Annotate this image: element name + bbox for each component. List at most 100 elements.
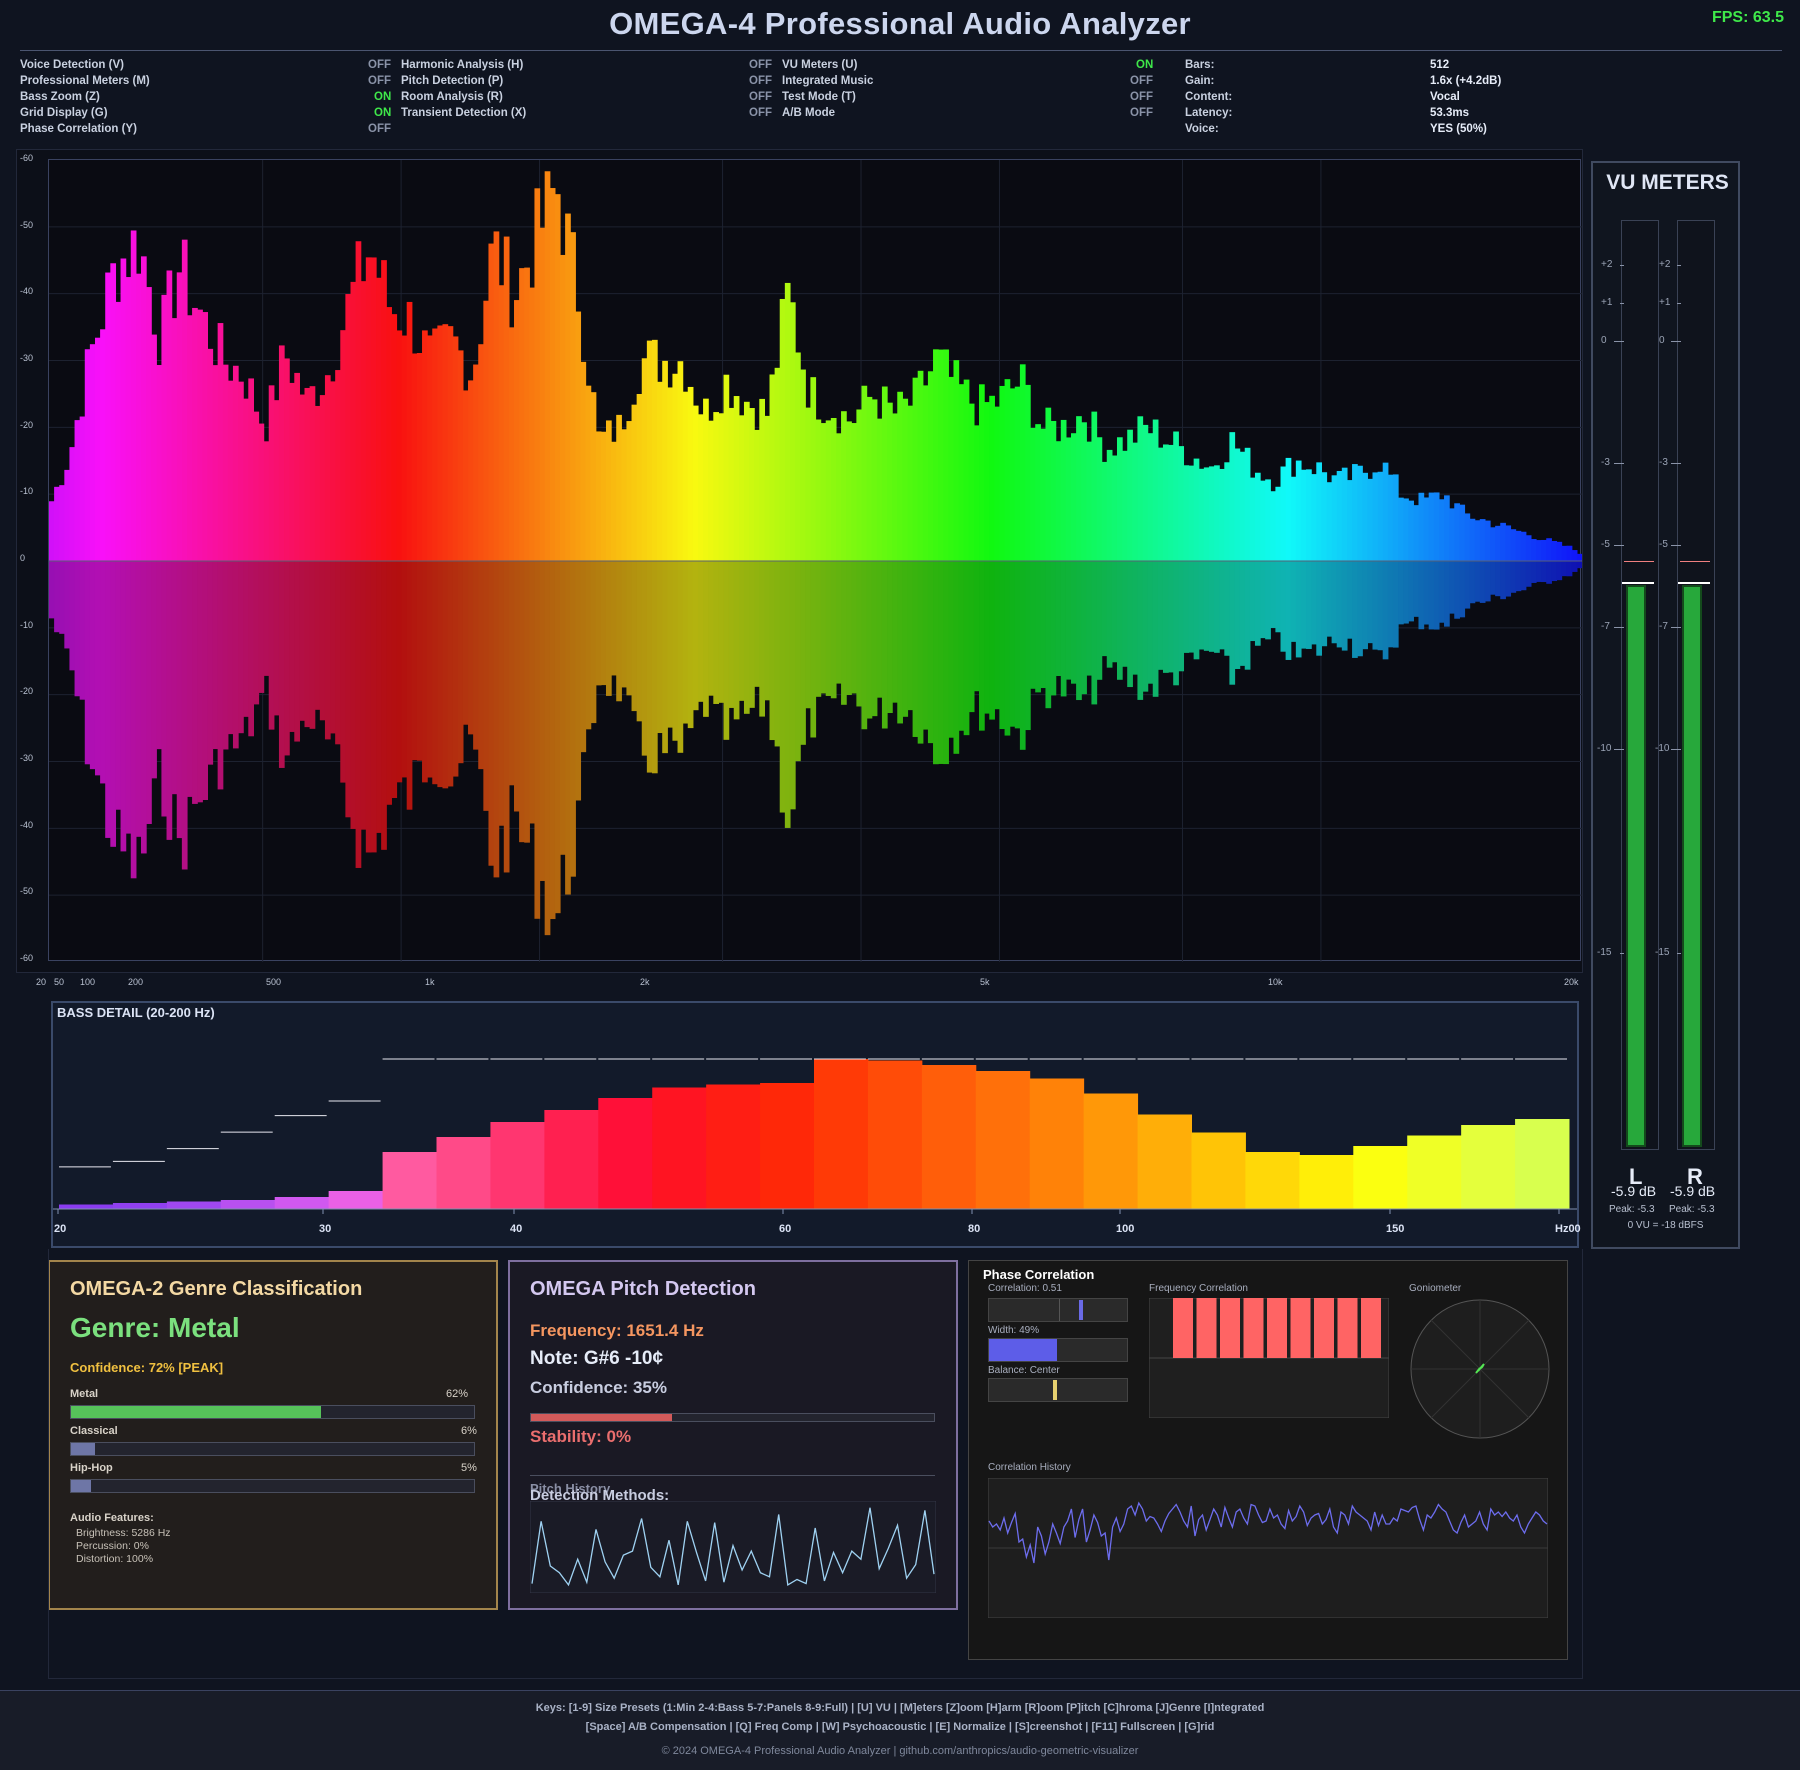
spectrum-bar [360, 281, 367, 561]
status-label[interactable]: Test Mode (T) [782, 91, 856, 103]
spectrum-bar-mirror [151, 561, 157, 779]
spectrum-bar [1346, 480, 1353, 561]
spectrum-bar-mirror [657, 561, 663, 734]
spectrum-bar [350, 281, 357, 561]
spectrum-bar [59, 485, 65, 561]
spectrum-bar [1096, 437, 1103, 561]
genre-bar [70, 1479, 475, 1493]
spectrum-bar-mirror [774, 561, 781, 747]
status-label[interactable]: A/B Mode [782, 107, 835, 119]
spectrum-bar-mirror [600, 561, 607, 686]
spectrum-bar [580, 361, 587, 561]
spectrum-bar [1423, 497, 1430, 561]
status-label[interactable]: Transient Detection (X) [401, 107, 526, 119]
spectrum-bar [1561, 545, 1568, 561]
spectrum-bar [738, 415, 745, 561]
status-label[interactable]: Harmonic Analysis (H) [401, 59, 523, 71]
spectrum-bar-mirror [662, 561, 668, 754]
spectrum-bar-mirror [1505, 561, 1512, 597]
spectrum-bar-mirror [841, 561, 847, 705]
spectrum-bar [1357, 465, 1363, 561]
status-value: OFF [368, 59, 391, 71]
spectrum-bar-mirror [1244, 561, 1251, 670]
spectrum-bar-mirror [1449, 561, 1455, 614]
status-label[interactable]: Grid Display (G) [20, 107, 108, 119]
spectrum-bar [422, 330, 428, 561]
spectrum-bar-mirror [1469, 561, 1476, 604]
bass-bar [59, 1204, 114, 1209]
spectrum-bar [258, 423, 265, 561]
spectrum-bar-mirror [1372, 561, 1379, 650]
spectrum-bar [273, 400, 280, 561]
spectrum-bar-mirror [830, 561, 837, 699]
status-label[interactable]: Voice Detection (V) [20, 59, 124, 71]
spectrum-bar [1030, 427, 1036, 561]
spectrum-bar-mirror [953, 561, 960, 754]
vu-left-peak: Peak: -5.3 [1609, 1204, 1655, 1215]
spectrum-bar [917, 370, 924, 561]
spectrum-bar [795, 352, 801, 561]
y-tick-label: -60 [20, 153, 34, 163]
genre-bar [70, 1405, 475, 1419]
spectrum-bar-mirror [1265, 561, 1271, 640]
spectrum-bar-mirror [1515, 561, 1522, 592]
y-tick-label: -10 [20, 486, 34, 497]
status-label[interactable]: Professional Meters (M) [20, 75, 150, 87]
spectrum-bar-mirror [1295, 561, 1302, 658]
info-label: Voice: [1185, 123, 1219, 135]
spectrum-bar-mirror [110, 561, 117, 847]
spectrum-bar [902, 398, 909, 561]
spectrum-bar [498, 285, 505, 561]
spectrum-bar-mirror [549, 561, 556, 920]
status-label[interactable]: Pitch Detection (P) [401, 75, 503, 87]
spectrum-bar-mirror [902, 561, 909, 717]
spectrum-bar [841, 411, 847, 561]
bass-bar [814, 1059, 869, 1209]
spectrum-bar [89, 344, 96, 561]
spectrum-bar [1464, 513, 1471, 561]
spectrum-bar [1162, 444, 1169, 561]
spectrum-bar [1081, 422, 1087, 561]
status-label[interactable]: VU Meters (U) [782, 59, 857, 71]
spectrum-bar [1285, 457, 1292, 561]
spectrum-bar [861, 385, 868, 561]
pitch-confidence-bar [530, 1413, 935, 1422]
spectrum-bar-mirror [743, 561, 750, 714]
bass-tick-label: 40 [510, 1223, 523, 1235]
spectrum-bar-mirror [401, 561, 408, 778]
status-label[interactable]: Integrated Music [782, 75, 873, 87]
spectrum-bar-mirror [304, 561, 311, 728]
spectrum-bar [948, 376, 955, 561]
spectrum-bar [452, 336, 459, 561]
spectrum-bar [314, 405, 321, 561]
spectrum-bar [1234, 448, 1241, 561]
bass-detail-panel[interactable]: BASS DETAIL (20-200 Hz) [51, 1001, 1579, 1248]
spectrum-bar-mirror [703, 561, 709, 717]
spectrum-bar [570, 232, 576, 561]
spectrum-bar [1438, 499, 1445, 561]
spectrum-bar [483, 300, 490, 561]
spectrum-bar-mirror [1234, 561, 1241, 669]
info-value: YES (50%) [1430, 123, 1487, 135]
status-label[interactable]: Bass Zoom (Z) [20, 91, 100, 103]
spectrum-bar-mirror [672, 561, 679, 741]
spectrum-bar-mirror [1193, 561, 1200, 660]
spectrum-analyzer[interactable] [48, 159, 1582, 962]
status-label[interactable]: Phase Correlation (Y) [20, 123, 137, 135]
spectrum-bar [1239, 451, 1246, 561]
spectrum-bar-mirror [1423, 561, 1430, 625]
spectrum-bar [1372, 472, 1379, 561]
spectrum-bar [1382, 462, 1389, 561]
spectrum-bar [657, 381, 663, 561]
y-tick-label: -20 [20, 419, 34, 430]
spectrum-bar [1500, 522, 1506, 561]
bass-bar [382, 1152, 437, 1209]
spectrum-bar [222, 364, 229, 561]
spectrum-bar-mirror [1111, 561, 1118, 663]
spectrum-bar [1152, 419, 1159, 561]
spectrum-bar-mirror [1168, 561, 1174, 673]
correlation-value: Correlation: 0.51 [988, 1283, 1062, 1294]
status-label[interactable]: Room Analysis (R) [401, 91, 503, 103]
spectrum-bar [1387, 474, 1394, 561]
spectrum-bar-mirror [682, 561, 689, 724]
